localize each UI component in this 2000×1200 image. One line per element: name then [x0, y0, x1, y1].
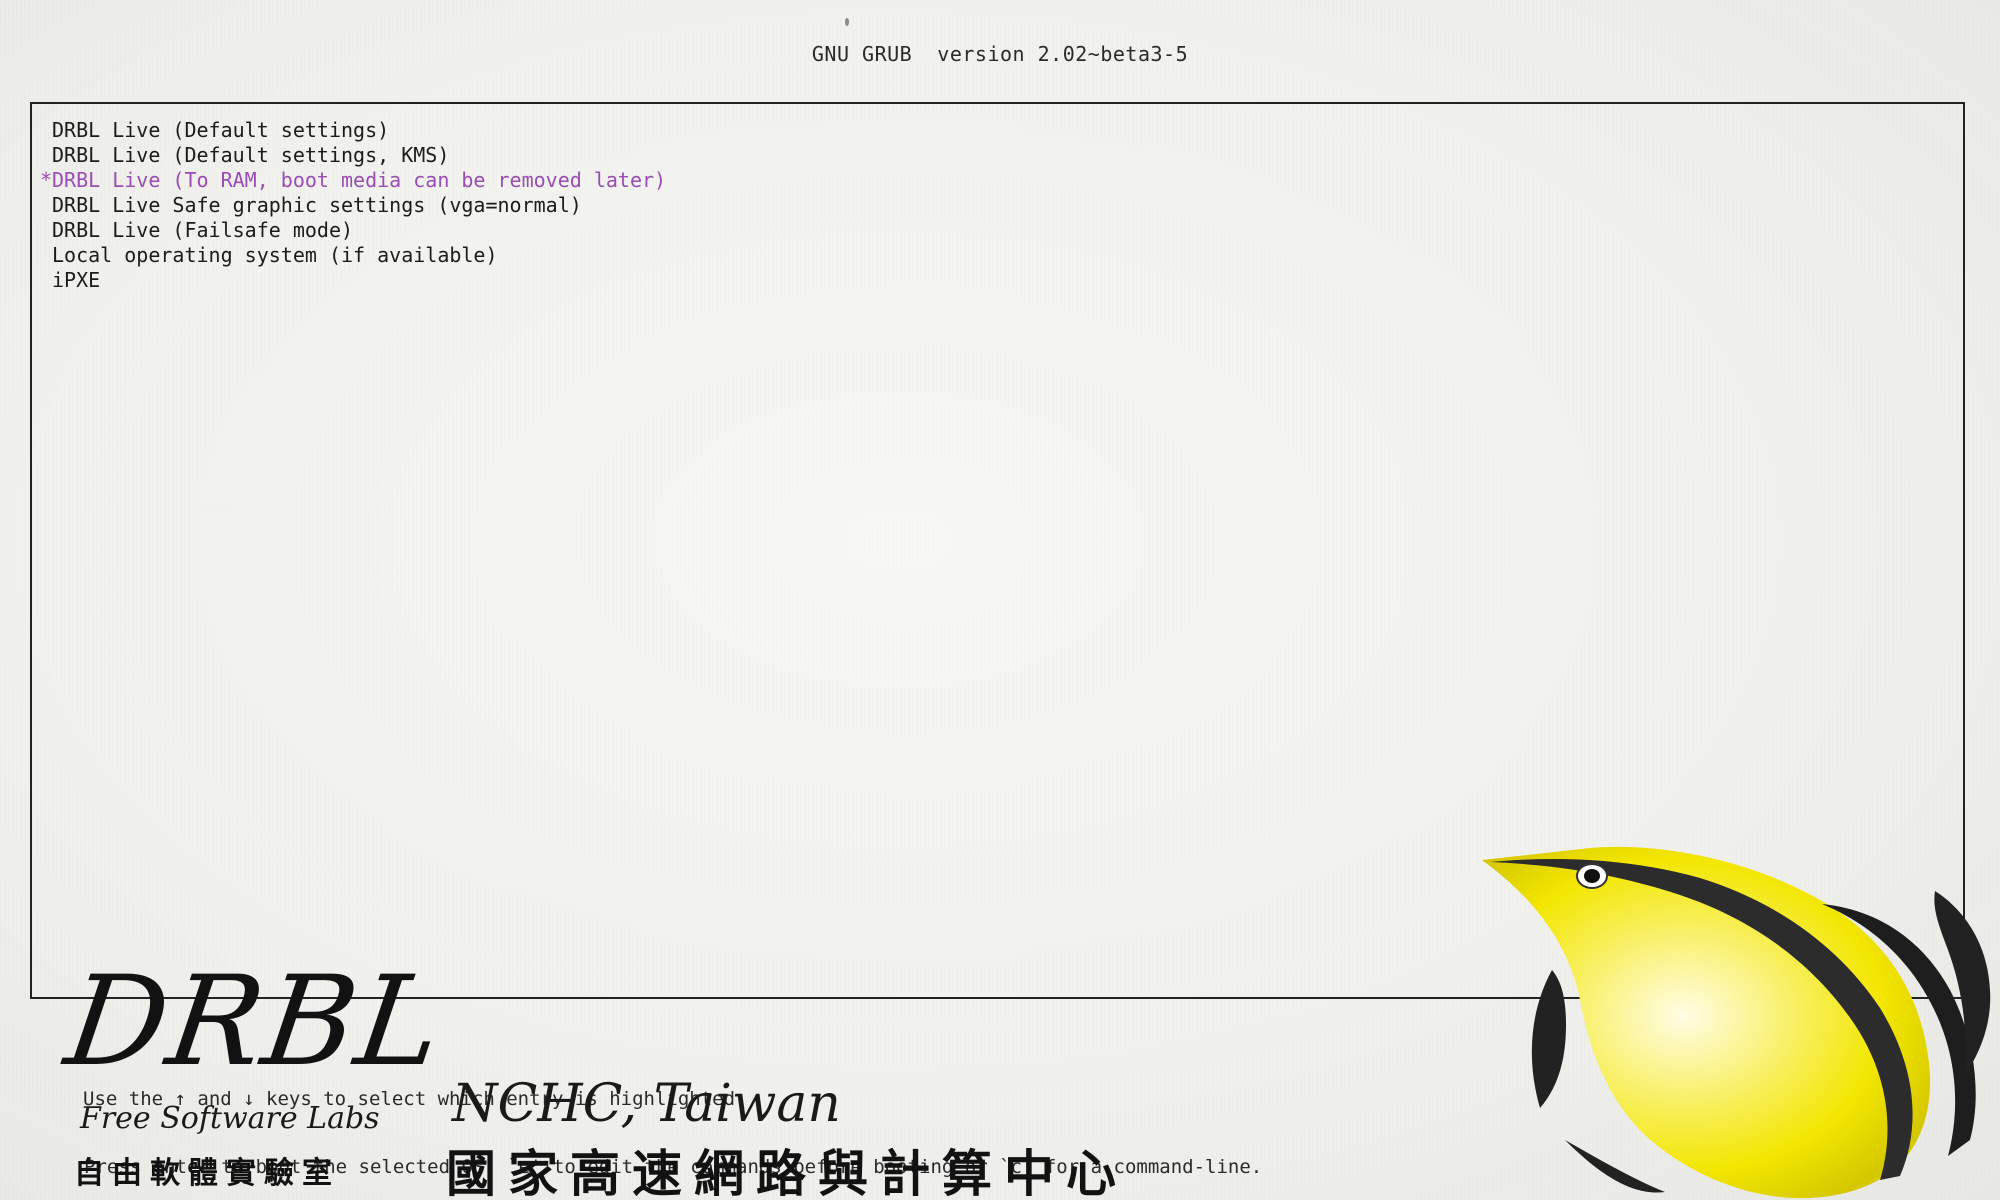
boot-entry-ipxe[interactable]: iPXE: [40, 268, 666, 293]
boot-entry-label: Local operating system (if available): [52, 243, 498, 267]
selection-marker: [40, 118, 52, 143]
boot-entry-safe-graphics[interactable]: DRBL Live Safe graphic settings (vga=nor…: [40, 193, 666, 218]
selection-marker: [40, 268, 52, 293]
selection-marker: *: [40, 168, 53, 192]
butterflyfish-icon: [1482, 846, 1991, 1199]
free-software-labs-chinese: 自由軟體實驗室: [74, 1156, 340, 1191]
free-software-labs-label: Free Software Labs: [80, 1101, 380, 1136]
boot-entry-label: DRBL Live (Failsafe mode): [52, 218, 354, 242]
boot-menu-list: DRBL Live (Default settings) DRBL Live (…: [40, 118, 666, 293]
boot-entry-label: DRBL Live (Default settings): [52, 118, 390, 142]
boot-entry-label: DRBL Live (Default settings, KMS): [52, 143, 450, 167]
nchc-taiwan-label: NCHC, Taiwan: [452, 1074, 841, 1134]
selection-marker: [40, 193, 52, 218]
grub-boot-screen: GNU GRUB version 2.02~beta3-5 DRBL Live …: [0, 0, 2000, 1200]
selection-marker: [40, 243, 52, 268]
boot-entry-failsafe[interactable]: DRBL Live (Failsafe mode): [40, 218, 666, 243]
grub-version-title: GNU GRUB version 2.02~beta3-5: [811, 42, 1189, 66]
boot-entry-label: iPXE: [52, 268, 101, 292]
dust-speck: [845, 18, 849, 26]
nchc-chinese-name: 國家高速網路與計算中心: [446, 1144, 1128, 1200]
boot-entry-default[interactable]: DRBL Live (Default settings): [40, 118, 666, 143]
boot-entry-to-ram[interactable]: * DRBL Live (To RAM, boot media can be r…: [40, 168, 666, 193]
boot-entry-local-os[interactable]: Local operating system (if available): [40, 243, 666, 268]
boot-entry-label: DRBL Live Safe graphic settings (vga=nor…: [52, 193, 582, 217]
boot-entry-label: DRBL Live (To RAM, boot media can be rem…: [52, 168, 667, 192]
boot-entry-default-kms[interactable]: DRBL Live (Default settings, KMS): [40, 143, 666, 168]
selection-marker: [40, 143, 52, 168]
selection-marker: [40, 218, 52, 243]
drbl-logo: DRBL: [57, 950, 453, 1094]
